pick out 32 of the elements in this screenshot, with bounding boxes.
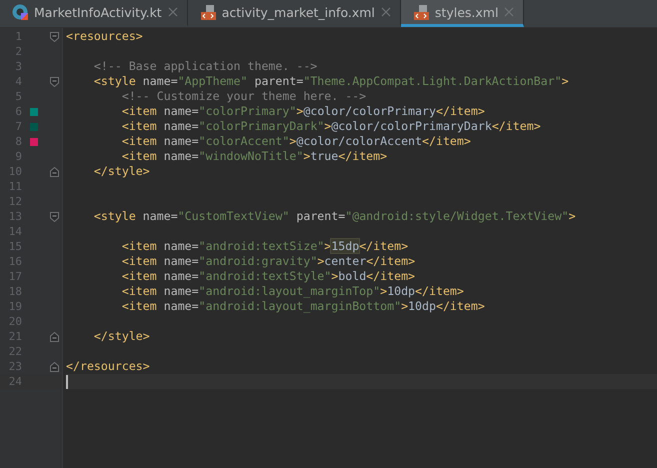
code-line: <item name="colorPrimaryDark">@color/colorPrimaryDark</item> <box>120 119 541 134</box>
text-cursor <box>66 374 68 388</box>
code-line: <!-- Customize your theme here. --> <box>120 89 366 104</box>
code-line: </style> <box>92 329 150 344</box>
code-line: <style name="AppTheme" parent="Theme.AppCompat.Light.DarkActionBar"> <box>92 74 569 89</box>
code-line: </resources> <box>66 359 150 374</box>
kotlin-file-icon <box>12 4 28 20</box>
color-swatch[interactable] <box>30 122 38 130</box>
editor-tab[interactable]: MarketInfoActivity.kt <box>0 0 188 27</box>
color-swatch[interactable] <box>30 108 38 116</box>
xml-file-icon <box>200 4 216 20</box>
code-line: <resources> <box>66 29 143 44</box>
xml-file-icon <box>412 4 429 20</box>
code-line: <item name="windowNoTitle">true</item> <box>120 149 388 164</box>
code-line: <!-- Base application theme. --> <box>92 59 318 74</box>
fold-icon[interactable] <box>50 166 58 176</box>
code-line: <item name="android:layout_marginBottom">10dp</item> <box>120 299 485 314</box>
code-line: <style name="CustomTextView" parent="@android:style/Widget.TextView"> <box>92 209 576 224</box>
fold-icon[interactable] <box>50 212 58 222</box>
editor-tab[interactable]: activity_market_info.xml <box>188 0 401 27</box>
fold-icon[interactable] <box>50 362 58 372</box>
fold-icon[interactable] <box>50 32 58 42</box>
fold-icon[interactable] <box>50 332 58 342</box>
code-line: <item name="android:textStyle">bold</item> <box>120 269 416 284</box>
code-line: <item name="colorAccent">@color/colorAccent</item> <box>120 134 471 149</box>
editor-tab[interactable]: styles.xml <box>400 0 524 27</box>
fold-icon[interactable] <box>50 76 58 86</box>
code-line: <item name="colorPrimary">@color/colorPrimary</item> <box>120 104 485 119</box>
code-line: </style> <box>92 164 150 179</box>
code-line: <item name="android:gravity">center</item> <box>120 254 416 269</box>
color-swatch[interactable] <box>30 138 38 146</box>
code-line: <item name="android:layout_marginTop">10dp</item> <box>120 284 464 299</box>
